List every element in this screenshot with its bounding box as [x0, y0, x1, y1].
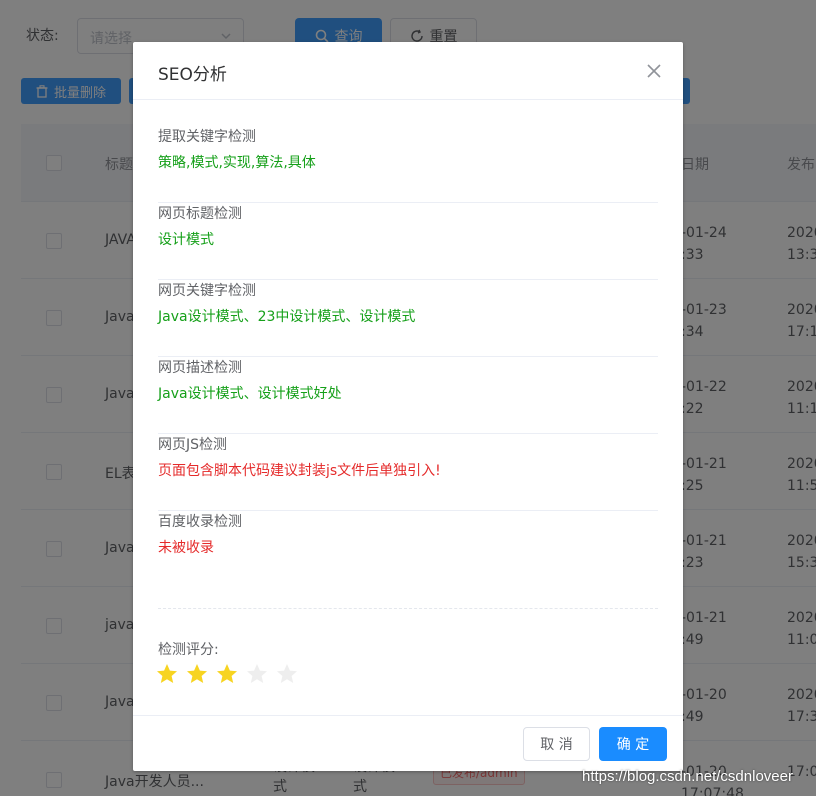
dialog-title: SEO分析 — [158, 65, 227, 85]
score-label: 检测评分: — [158, 642, 219, 658]
check-item-label: 网页关键字检测 — [158, 283, 256, 299]
check-item-label: 网页JS检测 — [158, 437, 228, 453]
check-item-value: 策略,模式,实现,算法,具体 — [158, 155, 316, 171]
check-item-value: Java设计模式、设计模式好处 — [158, 386, 342, 402]
check-item-page-title: 网页标题检测 设计模式 — [158, 203, 658, 280]
check-item-page-keywords: 网页关键字检测 Java设计模式、23中设计模式、设计模式 — [158, 280, 658, 357]
check-item-label: 网页标题检测 — [158, 206, 242, 222]
check-item-label: 网页描述检测 — [158, 360, 242, 376]
check-item-value: 页面包含脚本代码建议封装js文件后单独引入! — [158, 463, 441, 479]
star-icon[interactable] — [275, 662, 299, 686]
check-item-value: 未被收录 — [158, 540, 214, 556]
star-icon[interactable] — [185, 662, 209, 686]
star-icon[interactable] — [245, 662, 269, 686]
star-rating[interactable] — [155, 662, 299, 686]
check-item-baidu-index: 百度收录检测 未被收录 — [158, 511, 658, 588]
check-item-page-description: 网页描述检测 Java设计模式、设计模式好处 — [158, 357, 658, 434]
watermark-url: https://blog.csdn.net/csdnloveer — [582, 768, 793, 785]
check-item-value: Java设计模式、23中设计模式、设计模式 — [158, 309, 416, 325]
cancel-button[interactable]: 取 消 — [523, 727, 590, 761]
check-item-label: 提取关键字检测 — [158, 129, 256, 145]
dashed-divider — [158, 608, 658, 609]
dialog-header: SEO分析 — [133, 42, 683, 100]
star-icon[interactable] — [155, 662, 179, 686]
check-item-page-js: 网页JS检测 页面包含脚本代码建议封装js文件后单独引入! — [158, 434, 658, 511]
check-item-label: 百度收录检测 — [158, 514, 242, 530]
seo-analysis-dialog: SEO分析 提取关键字检测 策略,模式,实现,算法,具体 网页标题检测 设计模式… — [133, 42, 683, 771]
star-icon[interactable] — [215, 662, 239, 686]
check-item-keywords-extract: 提取关键字检测 策略,模式,实现,算法,具体 — [158, 126, 658, 203]
dialog-body: 提取关键字检测 策略,模式,实现,算法,具体 网页标题检测 设计模式 网页关键字… — [158, 126, 658, 588]
check-item-value: 设计模式 — [158, 232, 214, 248]
confirm-button[interactable]: 确 定 — [599, 727, 667, 761]
close-icon[interactable] — [645, 62, 663, 80]
dialog-footer: 取 消 确 定 — [133, 715, 683, 771]
